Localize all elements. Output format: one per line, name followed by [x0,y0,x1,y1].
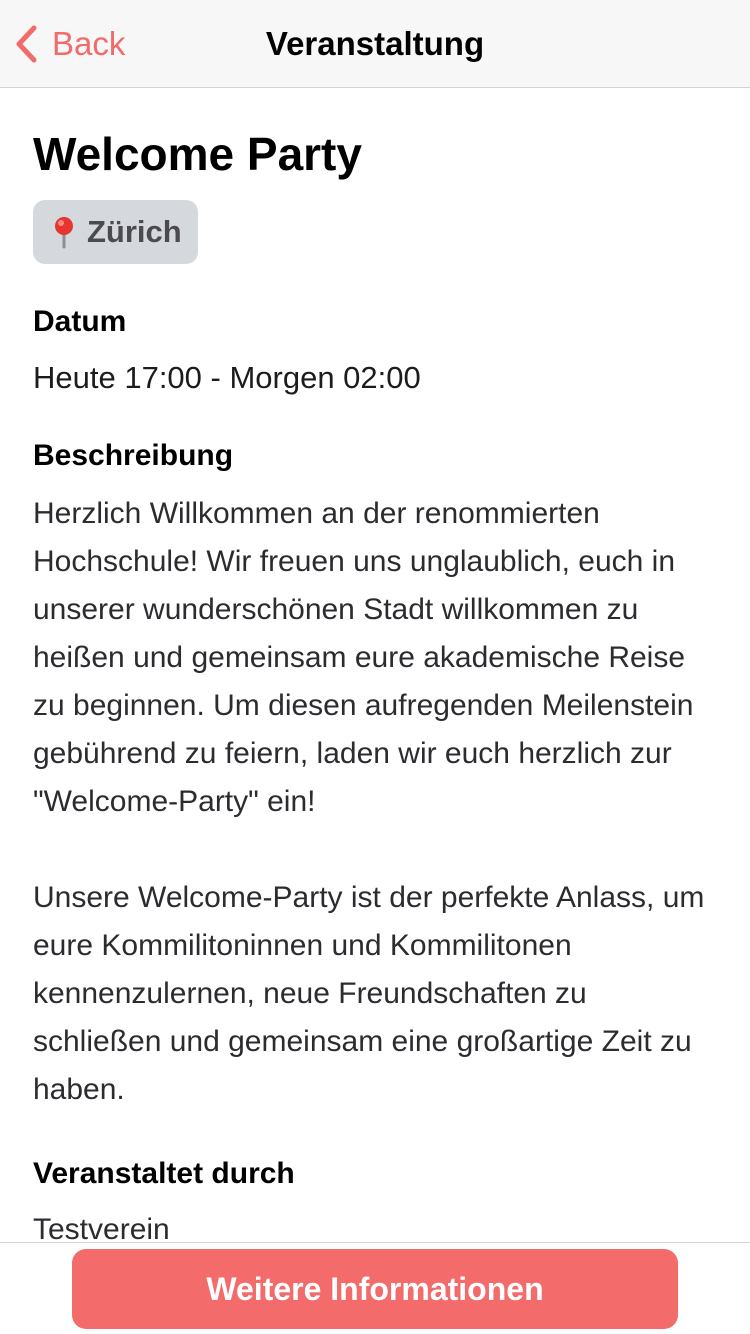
event-detail: Welcome Party Zürich Datum Heute 17:00 -… [33,88,717,1250]
date-value: Heute 17:00 - Morgen 02:00 [33,360,421,395]
event-title: Welcome Party [33,128,362,180]
pin-icon [55,217,73,249]
description-paragraph: Herzlich Willkommen an der renommierten … [33,497,694,818]
location-badge: Zürich [33,200,198,264]
location-label: Zürich [87,214,182,249]
bottom-bar: Weitere Informationen [0,1242,750,1334]
navigation-bar: Back Veranstaltung [0,0,750,88]
description-heading: Beschreibung [33,439,234,472]
page-title: Veranstaltung [265,25,485,62]
more-info-button[interactable]: Weitere Informationen [72,1249,678,1329]
description-paragraph: Unsere Welcome-Party ist der perfekte An… [33,881,705,1106]
date-heading: Datum [33,305,127,338]
organizer-heading: Veranstaltet durch [33,1157,295,1190]
